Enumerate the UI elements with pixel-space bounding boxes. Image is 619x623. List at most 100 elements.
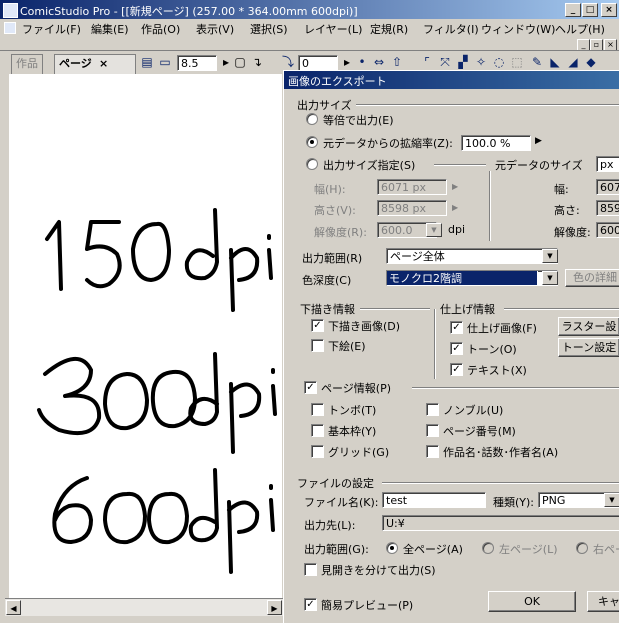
rotate-icon[interactable]: ⤵ <box>281 55 295 69</box>
flip-vertical-icon[interactable]: ⇧ <box>390 55 404 69</box>
lasso-icon[interactable]: ◌ <box>492 55 506 69</box>
depth-select[interactable]: モノクロ2階調 <box>386 270 558 286</box>
all-pages-radio[interactable] <box>386 542 398 554</box>
flip-horizontal-icon[interactable]: ⇔ <box>372 55 386 69</box>
menu-edit[interactable]: 編集(E) <box>91 21 129 37</box>
page-info-label: ページ情報(P) <box>321 382 391 395</box>
range-dropdown-icon[interactable]: ▼ <box>542 249 558 263</box>
pen-icon[interactable]: ✎ <box>530 55 544 69</box>
menu-select[interactable]: 選択(S) <box>250 21 288 37</box>
ratio-input[interactable]: 100.0 % <box>461 135 531 151</box>
menu-bar: ファイル(F) 編集(E) 作品(O) 表示(V) 選択(S) レイヤー(L) … <box>0 19 619 38</box>
draft-divider <box>360 308 430 310</box>
draft-group-label: 下描き情報 <box>300 303 355 316</box>
destination-input[interactable]: U:¥ <box>382 515 619 531</box>
brush-icon[interactable]: ▞ <box>456 55 470 69</box>
corner-icon[interactable]: ↴ <box>250 55 264 69</box>
raster-settings-button[interactable]: ラスター設 <box>558 317 619 336</box>
grid-label: グリッド(G) <box>328 446 390 459</box>
minimize-button[interactable]: _ <box>565 3 581 17</box>
unit-select[interactable]: px <box>596 156 619 172</box>
quick-preview-checkbox[interactable]: ✓ <box>304 598 317 611</box>
right-page-radio[interactable] <box>576 542 588 554</box>
depth-dropdown-icon[interactable]: ▼ <box>542 271 558 285</box>
close-button[interactable]: × <box>601 3 617 17</box>
draft-image-checkbox[interactable]: ✓ <box>311 319 324 332</box>
resolution-unit: dpi <box>448 223 466 236</box>
height-input[interactable]: 8598 px <box>377 200 447 216</box>
menu-window[interactable]: ウィンドウ(W) <box>481 21 555 37</box>
work-info-checkbox[interactable] <box>426 445 439 458</box>
page-info-divider <box>412 387 619 389</box>
range-select[interactable]: ページ全体 <box>386 248 558 264</box>
menu-file[interactable]: ファイル(F) <box>22 21 81 37</box>
depth-label: 色深度(C) <box>302 274 352 287</box>
text-checkbox[interactable]: ✓ <box>450 363 463 376</box>
page-icon[interactable]: ▢ <box>233 55 247 69</box>
basic-frame-checkbox[interactable] <box>311 424 324 437</box>
color-detail-button[interactable]: 色の詳細 <box>565 269 619 287</box>
ratio-radio[interactable] <box>306 136 318 148</box>
maximize-button[interactable]: □ <box>582 3 598 17</box>
menu-work[interactable]: 作品(O) <box>141 21 180 37</box>
page-canvas[interactable] <box>9 74 282 600</box>
tone-settings-button[interactable]: トーン設定 <box>558 338 619 357</box>
line-width-icon[interactable]: ▭ <box>158 55 172 69</box>
sketch-checkbox[interactable] <box>311 339 324 352</box>
horizontal-scrollbar[interactable]: ◀ ▶ <box>5 598 283 616</box>
size-arrow-icon[interactable]: ▸ <box>219 55 233 69</box>
actual-size-radio[interactable] <box>306 113 318 125</box>
width-input[interactable]: 6071 px <box>377 179 447 195</box>
finish-image-checkbox[interactable]: ✓ <box>450 321 463 334</box>
ok-button[interactable]: OK <box>488 591 576 612</box>
wand-icon[interactable]: ✧ <box>474 55 488 69</box>
tab-work[interactable]: 作品 <box>11 54 43 74</box>
scroll-right-button[interactable]: ▶ <box>267 600 282 615</box>
nombre-label: ノンブル(U) <box>443 404 504 417</box>
app-titlebar: ComicStudio Pro - [[新規ページ] (257.00 * 364… <box>0 0 619 19</box>
menu-view[interactable]: 表示(V) <box>196 21 234 37</box>
left-page-radio[interactable] <box>482 542 494 554</box>
tab-page[interactable]: ページ × <box>54 54 136 74</box>
eraser-icon[interactable]: ◢ <box>566 55 580 69</box>
specify-size-radio[interactable] <box>306 158 318 170</box>
ratio-arrow-icon[interactable]: ▶ <box>535 136 542 146</box>
select-dashed-icon[interactable]: ⬚ <box>510 55 524 69</box>
cancel-button[interactable]: キャ <box>587 591 619 612</box>
app-title: ComicStudio Pro - [[新規ページ] (257.00 * 364… <box>20 5 358 18</box>
angle-input[interactable]: 0 <box>298 55 338 71</box>
dot-icon[interactable]: • <box>355 55 369 69</box>
page-info-checkbox[interactable]: ✓ <box>304 381 317 394</box>
resolution-dropdown-icon[interactable]: ▼ <box>426 223 442 237</box>
tab-page-label: ページ <box>59 57 92 70</box>
size-input[interactable]: 8.5 <box>177 55 217 71</box>
grid-checkbox[interactable] <box>311 445 324 458</box>
menu-ruler[interactable]: 定規(R) <box>370 21 408 37</box>
source-size-label: 元データのサイズ <box>495 159 583 172</box>
dialog-titlebar: 画像のエクスポート <box>284 71 619 89</box>
select-rect-icon[interactable]: ⌜ <box>420 55 434 69</box>
tombo-label: トンボ(T) <box>328 404 377 417</box>
split-spread-checkbox[interactable] <box>304 563 317 576</box>
menu-filter[interactable]: フィルタ(I) <box>423 21 479 37</box>
ruler-icon[interactable]: ◣ <box>548 55 562 69</box>
scroll-left-button[interactable]: ◀ <box>6 600 21 615</box>
transform-icon[interactable]: ⤧ <box>438 55 452 69</box>
menu-layer[interactable]: レイヤー(L) <box>304 21 362 37</box>
layer-icon[interactable]: ▤ <box>140 55 154 69</box>
nombre-checkbox[interactable] <box>426 403 439 416</box>
fill-icon[interactable]: ◆ <box>584 55 598 69</box>
source-width-label: 幅: <box>554 183 569 196</box>
angle-arrow-icon[interactable]: ▸ <box>340 55 354 69</box>
tombo-checkbox[interactable] <box>311 403 324 416</box>
tone-checkbox[interactable]: ✓ <box>450 342 463 355</box>
destination-label: 出力先(L): <box>304 519 356 532</box>
file-name-input[interactable]: test <box>382 492 486 508</box>
tab-close-icon[interactable]: × <box>99 55 108 73</box>
handwriting-svg <box>37 208 277 574</box>
finish-group-label: 仕上げ情報 <box>440 303 495 316</box>
page-number-checkbox[interactable] <box>426 424 439 437</box>
menu-help[interactable]: ヘルプ(H) <box>555 21 605 37</box>
file-type-dropdown-icon[interactable]: ▼ <box>604 493 619 507</box>
file-settings-group-label: ファイルの設定 <box>297 477 374 490</box>
